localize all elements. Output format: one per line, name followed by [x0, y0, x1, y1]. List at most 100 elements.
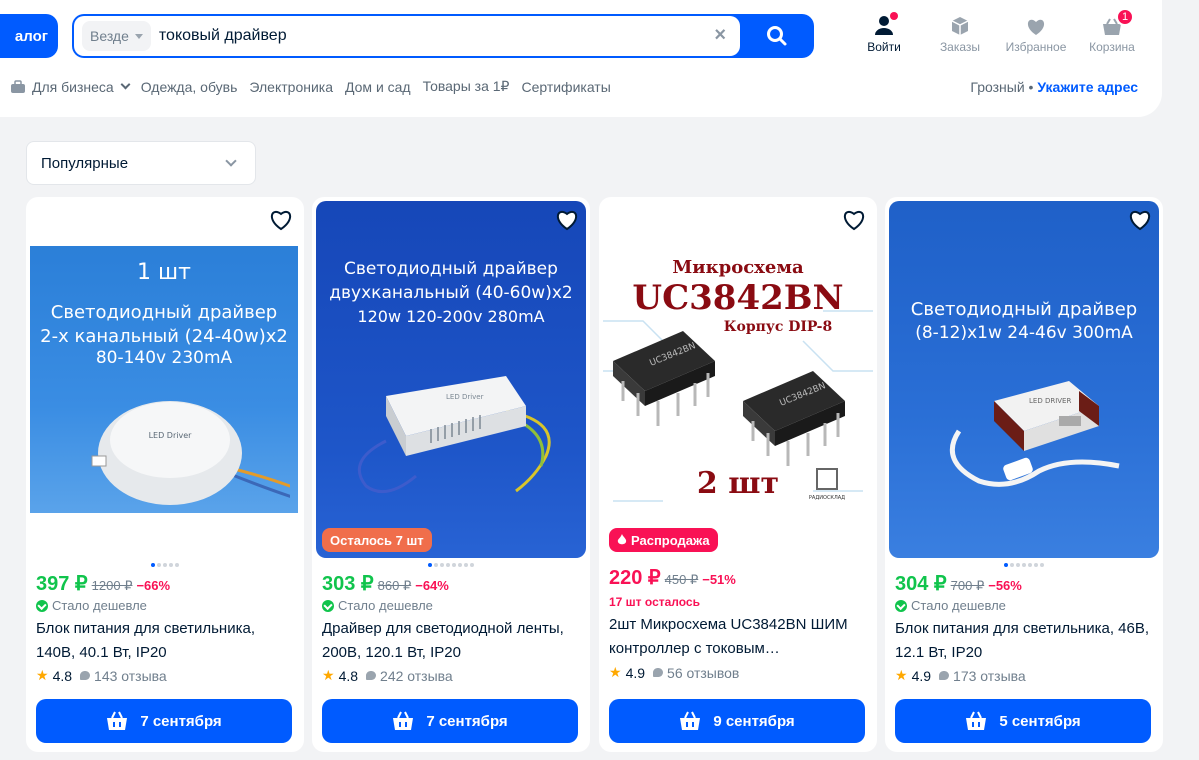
search-bar: Везде ×	[72, 14, 814, 58]
image-pagination-dots	[26, 563, 304, 567]
check-icon	[36, 599, 48, 612]
svg-text:UC3842BN: UC3842BN	[632, 278, 843, 318]
comment-icon	[653, 668, 664, 677]
product-card[interactable]: Микросхема UC3842BN Корпус DIP-8 UC3842B…	[599, 197, 877, 752]
nav-item-business[interactable]: Для бизнеса	[10, 79, 131, 95]
cart-icon	[966, 711, 987, 730]
price-drop-note: Стало дешевле	[895, 598, 1006, 613]
login-button[interactable]: Войти	[846, 12, 922, 54]
delivery-location: Грозный • Укажите адрес	[970, 79, 1138, 95]
old-price: 450 ₽	[664, 572, 699, 587]
svg-text:Корпус DIP-8: Корпус DIP-8	[724, 319, 832, 335]
cart-icon	[393, 711, 414, 730]
price: 303 ₽	[322, 573, 374, 595]
svg-text:LED Driver: LED Driver	[446, 393, 484, 401]
star-icon: ★	[322, 667, 335, 683]
product-title[interactable]: Блок питания для светильника, 140В, 40.1…	[36, 617, 296, 665]
search-scope-select[interactable]: Везде	[82, 21, 151, 51]
cart-icon	[680, 711, 701, 730]
product-title[interactable]: Блок питания для светильника, 46В, 12.1 …	[895, 617, 1155, 665]
add-to-cart-button[interactable]: 5 сентября	[895, 699, 1151, 743]
nav-item-one-ruble[interactable]: Товары за 1₽	[423, 78, 510, 95]
product-card[interactable]: Светодиодный драйвер (8-12)x1w 24-46v 30…	[885, 197, 1163, 752]
product-title[interactable]: Драйвер для светодиодной ленты, 200В, 12…	[322, 617, 582, 665]
old-price: 700 ₽	[950, 578, 985, 593]
discount: −64%	[415, 578, 449, 593]
svg-text:РАДИОСКЛАД: РАДИОСКЛАД	[809, 495, 845, 501]
price: 304 ₽	[895, 573, 947, 595]
catalog-button[interactable]: алог	[0, 14, 58, 58]
heart-outline-icon	[844, 210, 864, 231]
product-image[interactable]: 1 шт Светодиодный драйвер 2-х канальный …	[30, 246, 298, 513]
cart-count-badge: 1	[1116, 8, 1134, 26]
product-image[interactable]: Микросхема UC3842BN Корпус DIP-8 UC3842B…	[603, 201, 873, 558]
image-pagination-dots	[312, 563, 590, 567]
sale-badge: Распродажа	[609, 528, 718, 552]
product-card[interactable]: Светодиодный драйвер двухканальный (40-6…	[312, 197, 590, 752]
clear-icon[interactable]: ×	[714, 25, 726, 45]
category-nav: Для бизнеса Одежда, обувь Электроника До…	[10, 78, 611, 95]
svg-text:LED DRIVER: LED DRIVER	[1029, 397, 1071, 405]
search-button[interactable]	[740, 14, 814, 58]
comment-icon	[366, 671, 377, 680]
search-icon	[767, 26, 787, 46]
heart-outline-icon	[1130, 210, 1150, 231]
star-icon: ★	[36, 667, 49, 683]
favorite-button[interactable]	[554, 207, 580, 233]
favorite-button[interactable]	[268, 207, 294, 233]
svg-text:Микросхема: Микросхема	[672, 257, 804, 278]
image-pagination-dots	[885, 563, 1163, 567]
comment-icon	[80, 671, 91, 680]
favorites-button[interactable]: Избранное	[998, 12, 1074, 54]
discount: −66%	[136, 578, 171, 593]
star-icon: ★	[609, 664, 622, 680]
add-to-cart-button[interactable]: 9 сентября	[609, 699, 865, 743]
stock-left-note: 17 шт осталось	[609, 595, 700, 609]
set-address-link[interactable]: Укажите адрес	[1037, 79, 1138, 95]
orders-button[interactable]: Заказы	[922, 12, 998, 54]
stock-badge: Осталось 7 шт	[322, 528, 432, 552]
chevron-down-icon	[134, 33, 143, 39]
add-to-cart-button[interactable]: 7 сентября	[36, 699, 292, 743]
rating: ★ 4.8 143 отзыва	[36, 667, 167, 684]
heart-outline-icon	[271, 210, 291, 231]
header: алог Везде × Войти Заказы Избранное 1 Ко…	[0, 0, 1162, 117]
chevron-down-icon	[120, 79, 131, 90]
check-icon	[895, 599, 907, 612]
product-image[interactable]: Светодиодный драйвер (8-12)x1w 24-46v 30…	[889, 201, 1159, 558]
old-price: 1200 ₽	[91, 578, 133, 593]
heart-icon	[1027, 19, 1045, 35]
nav-item-clothing[interactable]: Одежда, обувь	[141, 79, 238, 95]
comment-icon	[939, 671, 950, 680]
star-icon: ★	[895, 667, 908, 683]
search-input[interactable]	[158, 27, 679, 45]
fire-icon	[617, 534, 627, 545]
svg-text:2 шт: 2 шт	[697, 466, 779, 501]
rating: ★ 4.9 56 отзывов	[609, 664, 740, 681]
cart-icon	[107, 711, 128, 730]
briefcase-icon	[11, 79, 25, 93]
product-title[interactable]: 2шт Микросхема UC3842BN ШИМ контроллер с…	[609, 613, 869, 661]
check-icon	[322, 599, 334, 612]
add-to-cart-button[interactable]: 7 сентября	[322, 699, 578, 743]
notification-dot	[890, 12, 898, 20]
heart-outline-icon	[557, 210, 577, 231]
box-icon	[951, 17, 969, 35]
svg-text:LED Driver: LED Driver	[149, 431, 193, 440]
price: 220 ₽	[609, 567, 661, 589]
product-card[interactable]: 1 шт Светодиодный драйвер 2-х канальный …	[26, 197, 304, 752]
nav-item-home-garden[interactable]: Дом и сад	[345, 79, 411, 95]
sort-select[interactable]: Популярные	[26, 141, 256, 185]
favorite-button[interactable]	[1127, 207, 1153, 233]
old-price: 860 ₽	[377, 578, 412, 593]
city-name[interactable]: Грозный	[970, 79, 1024, 95]
cart-button[interactable]: 1 Корзина	[1074, 8, 1150, 54]
price-drop-note: Стало дешевле	[322, 598, 433, 613]
nav-item-certificates[interactable]: Сертификаты	[521, 79, 610, 95]
favorite-button[interactable]	[841, 207, 867, 233]
nav-item-electronics[interactable]: Электроника	[249, 79, 333, 95]
discount: −51%	[702, 572, 736, 587]
discount: −56%	[988, 578, 1022, 593]
price-drop-note: Стало дешевле	[36, 598, 147, 613]
product-image[interactable]: Светодиодный драйвер двухканальный (40-6…	[316, 201, 586, 558]
